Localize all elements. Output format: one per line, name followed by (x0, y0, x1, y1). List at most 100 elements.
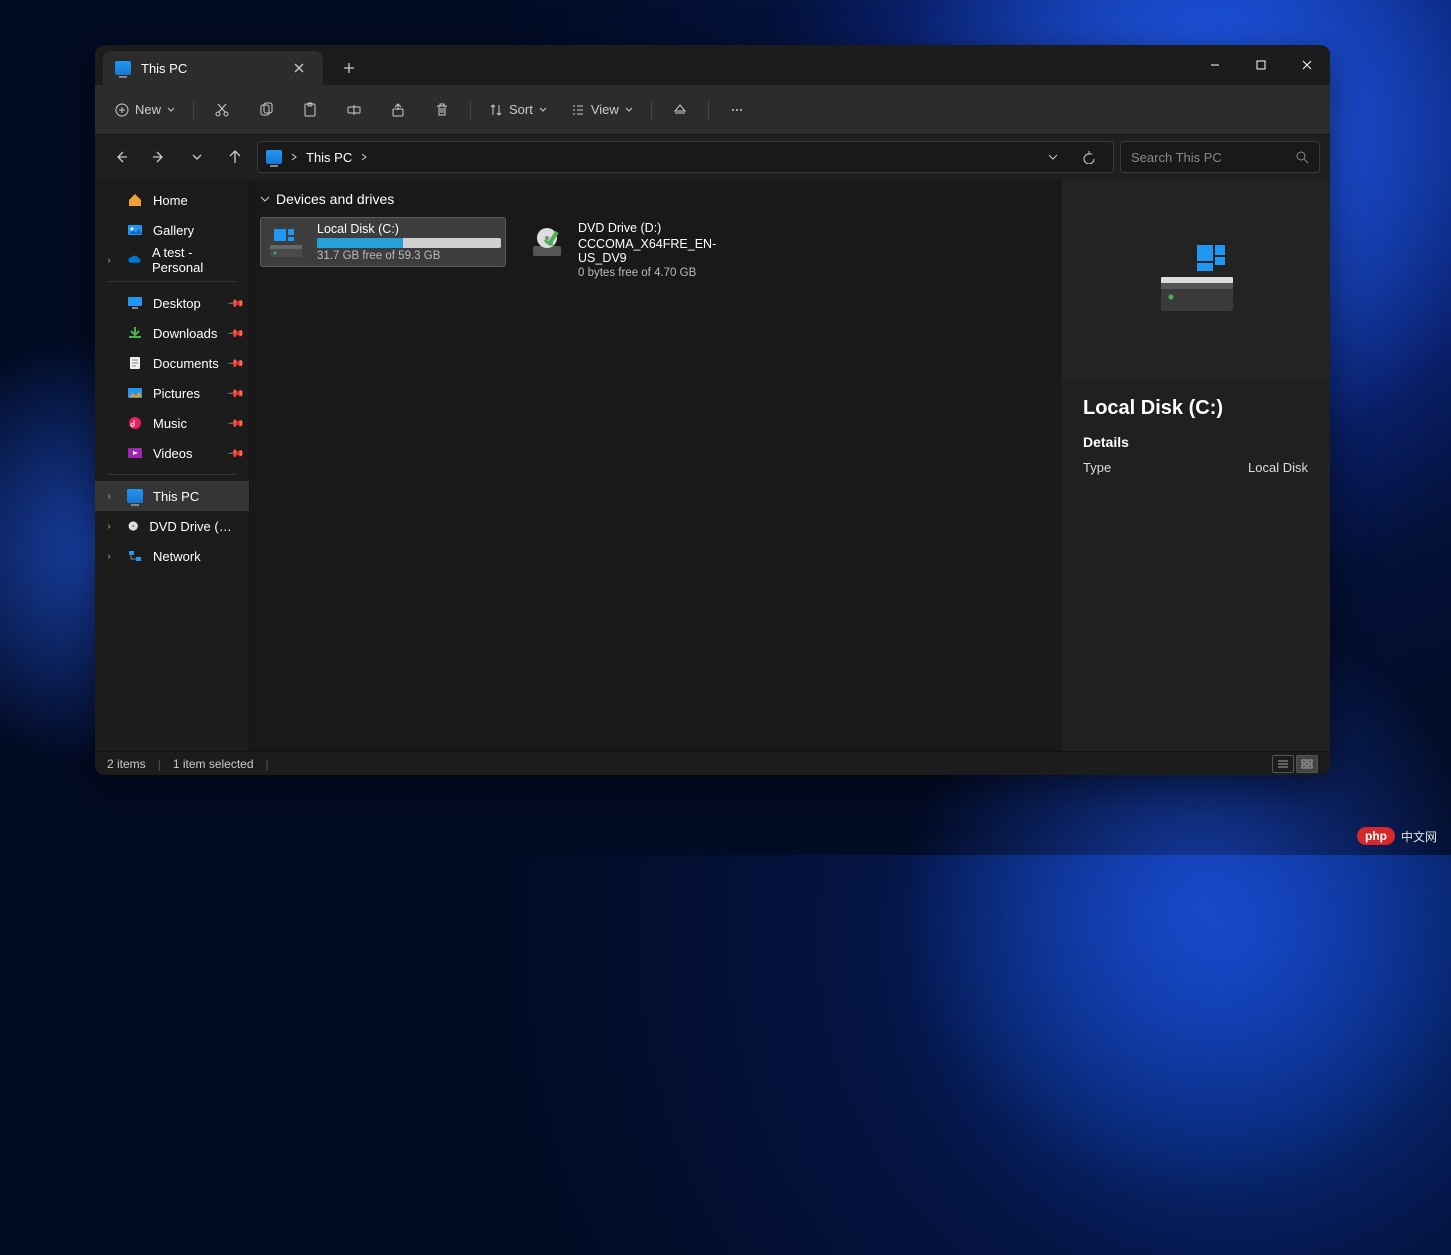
icons-view-button[interactable] (1296, 755, 1318, 773)
disc-icon (127, 518, 139, 534)
window-controls (1192, 45, 1330, 85)
sort-label: Sort (509, 102, 533, 117)
forward-button[interactable] (143, 141, 175, 173)
drive-volume-label: CCCOMA_X64FRE_EN-US_DV9 (578, 237, 764, 265)
details-body: Local Disk (C:) Details Type Local Disk (1061, 379, 1330, 493)
drive-info: Local Disk (C:) 31.7 GB free of 59.3 GB (317, 222, 501, 262)
this-pc-icon (127, 489, 143, 503)
chevron-right-icon[interactable]: › (101, 255, 117, 266)
details-value: Local Disk (1248, 460, 1308, 475)
sidebar-item-desktop[interactable]: Desktop 📌 (95, 288, 249, 318)
group-header-devices[interactable]: Devices and drives (260, 187, 1050, 211)
tab-title: This PC (141, 61, 187, 76)
paste-button[interactable] (290, 92, 330, 128)
sidebar-item-network[interactable]: › Network (95, 541, 249, 571)
watermark: php 中文网 (1357, 827, 1437, 845)
sidebar-item-gallery[interactable]: Gallery (95, 215, 249, 245)
details-pane: Local Disk (C:) Details Type Local Disk (1060, 179, 1330, 751)
chevron-right-icon (360, 153, 368, 161)
chevron-right-icon[interactable]: › (101, 551, 117, 562)
back-button[interactable] (105, 141, 137, 173)
chevron-down-icon (1048, 152, 1058, 162)
details-view-button[interactable] (1272, 755, 1294, 773)
share-icon (390, 102, 406, 118)
chevron-down-icon (192, 152, 202, 162)
view-icon (571, 103, 585, 117)
refresh-button[interactable] (1073, 141, 1105, 173)
sidebar-item-this-pc[interactable]: › This PC (95, 481, 249, 511)
sidebar-item-pictures[interactable]: Pictures 📌 (95, 378, 249, 408)
drive-free-space: 0 bytes free of 4.70 GB (578, 267, 764, 279)
toolbar-separator (708, 100, 709, 120)
sidebar-item-documents[interactable]: Documents 📌 (95, 348, 249, 378)
maximize-button[interactable] (1238, 45, 1284, 85)
close-window-button[interactable] (1284, 45, 1330, 85)
drive-icon (265, 222, 307, 264)
plus-icon (343, 62, 355, 74)
sidebar-divider (107, 281, 237, 282)
new-button[interactable]: New (105, 92, 185, 128)
recent-locations-button[interactable] (181, 141, 213, 173)
this-pc-icon (266, 150, 282, 164)
address-bar[interactable]: This PC (257, 141, 1114, 173)
search-input[interactable]: Search This PC (1120, 141, 1320, 173)
minimize-button[interactable] (1192, 45, 1238, 85)
cut-button[interactable] (202, 92, 242, 128)
view-mode-buttons (1272, 755, 1318, 773)
paste-icon (302, 102, 318, 118)
toolbar: New Sort View (95, 85, 1330, 135)
status-item-count: 2 items (107, 757, 146, 771)
rename-button[interactable] (334, 92, 374, 128)
titlebar: This PC (95, 45, 1330, 85)
chevron-right-icon[interactable]: › (101, 521, 117, 532)
drive-free-space: 31.7 GB free of 59.3 GB (317, 250, 501, 262)
chevron-right-icon (290, 153, 298, 161)
maximize-icon (1256, 60, 1266, 70)
breadcrumb-segment[interactable]: This PC (306, 150, 352, 165)
preview-thumbnail (1061, 179, 1330, 379)
sidebar-item-home[interactable]: Home (95, 185, 249, 215)
usage-bar (317, 238, 501, 248)
share-button[interactable] (378, 92, 418, 128)
new-tab-button[interactable] (331, 51, 367, 85)
status-selection-count: 1 item selected (173, 757, 254, 771)
more-button[interactable] (717, 92, 757, 128)
rename-icon (346, 102, 362, 118)
chevron-down-icon (539, 106, 547, 114)
drives-container: Local Disk (C:) 31.7 GB free of 59.3 GB … (260, 211, 1050, 267)
watermark-text: 中文网 (1401, 828, 1437, 845)
sidebar-item-music[interactable]: Music 📌 (95, 408, 249, 438)
navigation-pane: Home Gallery › A test - Personal Desktop… (95, 179, 250, 751)
delete-button[interactable] (422, 92, 462, 128)
sidebar-item-onedrive[interactable]: › A test - Personal (95, 245, 249, 275)
sort-icon (489, 103, 503, 117)
address-dropdown-button[interactable] (1037, 141, 1069, 173)
network-icon (127, 548, 143, 564)
chevron-right-icon[interactable]: › (101, 491, 117, 502)
sidebar-item-dvd-drive[interactable]: › DVD Drive (D:) CCC (95, 511, 249, 541)
close-icon (294, 63, 304, 73)
sort-button[interactable]: Sort (479, 92, 557, 128)
sidebar-item-downloads[interactable]: Downloads 📌 (95, 318, 249, 348)
copy-button[interactable] (246, 92, 286, 128)
sidebar-item-videos[interactable]: Videos 📌 (95, 438, 249, 468)
drive-info: DVD Drive (D:) CCCOMA_X64FRE_EN-US_DV9 0… (578, 221, 764, 263)
toolbar-separator (470, 100, 471, 120)
cloud-icon (127, 252, 142, 268)
delete-icon (434, 102, 450, 118)
drive-local-disk-c[interactable]: Local Disk (C:) 31.7 GB free of 59.3 GB (260, 217, 506, 267)
tab-this-pc[interactable]: This PC (103, 51, 323, 85)
dvd-drive-icon (526, 221, 568, 263)
copy-icon (258, 102, 274, 118)
toolbar-separator (193, 100, 194, 120)
view-button[interactable]: View (561, 92, 643, 128)
content-area: Devices and drives Local Disk (C:) 31.7 … (250, 179, 1060, 751)
refresh-icon (1082, 150, 1096, 164)
details-key: Type (1083, 460, 1111, 475)
search-icon (1295, 150, 1309, 164)
eject-button[interactable] (660, 92, 700, 128)
drive-dvd-d[interactable]: DVD Drive (D:) CCCOMA_X64FRE_EN-US_DV9 0… (522, 217, 768, 267)
tab-close-button[interactable] (287, 56, 311, 80)
downloads-icon (127, 325, 143, 341)
up-button[interactable] (219, 141, 251, 173)
